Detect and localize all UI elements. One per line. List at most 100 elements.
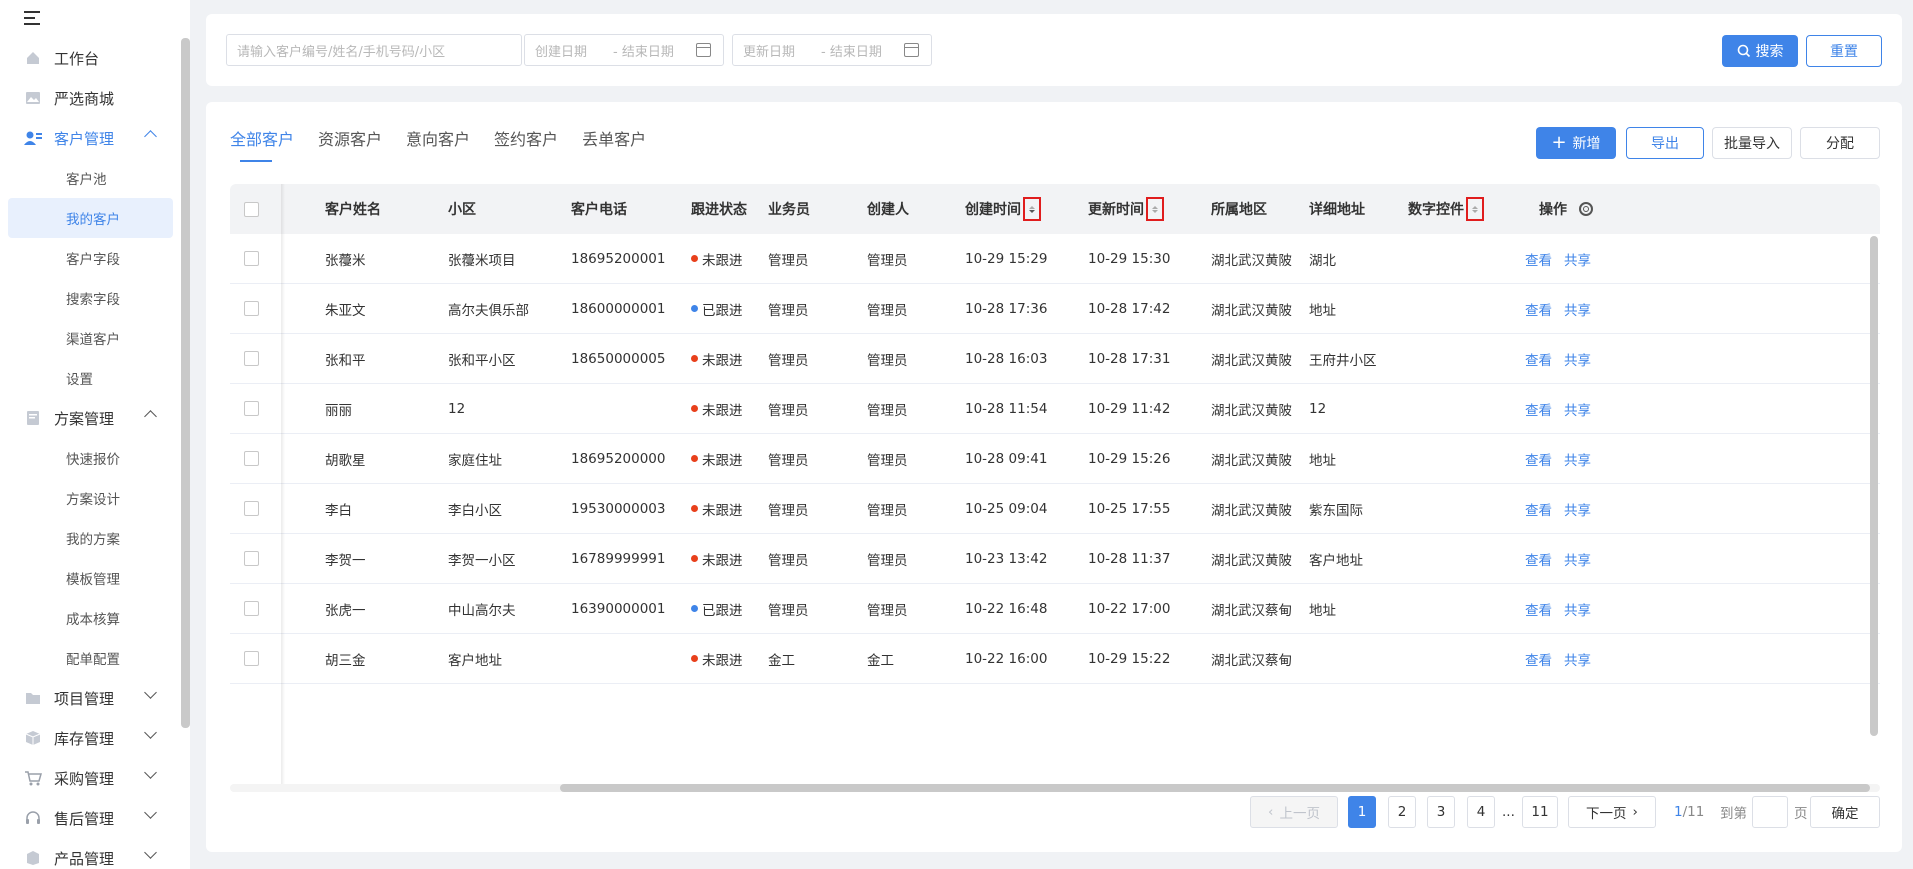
sidebar-subitem[interactable]: 客户池 xyxy=(0,158,181,198)
tab-0[interactable]: 全部客户 xyxy=(230,126,294,162)
sidebar-item-home[interactable]: 工作台 xyxy=(0,38,181,78)
add-button[interactable]: + 新增 xyxy=(1536,127,1616,159)
row-checkbox[interactable] xyxy=(244,301,259,316)
sidebar-subitem[interactable]: 我的方案 xyxy=(0,518,181,558)
view-link[interactable]: 查看 xyxy=(1525,649,1552,669)
table-row[interactable]: 张虎一 中山高尔夫 16390000001 已跟进 管理员 管理员 10-22 16:48 1… xyxy=(230,584,1880,634)
export-button[interactable]: 导出 xyxy=(1626,127,1704,159)
row-checkbox[interactable] xyxy=(244,351,259,366)
row-checkbox[interactable] xyxy=(244,651,259,666)
sidebar-item-cart[interactable]: 采购管理 xyxy=(0,758,181,798)
sidebar-subitem[interactable]: 设置 xyxy=(0,358,181,398)
page-button[interactable]: 2 xyxy=(1388,796,1416,828)
menu-toggle-icon[interactable] xyxy=(24,10,44,26)
tab-2[interactable]: 意向客户 xyxy=(406,126,470,162)
table-row[interactable]: 丽丽 12 未跟进 管理员 管理员 10-28 11:54 10-29 11:42 湖北武汉黄… xyxy=(230,384,1880,434)
table-row[interactable]: 朱亚文 高尔夫俱乐部 18600000001 已跟进 管理员 管理员 10-28 17:36… xyxy=(230,284,1880,334)
table-row[interactable]: 胡歌星 家庭住址 18695200000 未跟进 管理员 管理员 10-28 09:41 10… xyxy=(230,434,1880,484)
cell-text: 丽丽 xyxy=(325,402,352,419)
table-row[interactable]: 张和平 张和平小区 18650000005 未跟进 管理员 管理员 10-28 16:03 1… xyxy=(230,334,1880,384)
sidebar-item-headset[interactable]: 售后管理 xyxy=(0,798,181,838)
page-button[interactable]: 11 xyxy=(1522,796,1558,828)
column-header-label: 操作 xyxy=(1539,202,1567,218)
sidebar-subitem[interactable]: 搜索字段 xyxy=(0,278,181,318)
page-button[interactable]: 4 xyxy=(1467,796,1495,828)
table-vertical-scrollbar[interactable] xyxy=(1870,236,1878,736)
assign-button[interactable]: 分配 xyxy=(1800,127,1880,159)
next-page-button[interactable]: 下一页 › xyxy=(1568,796,1656,828)
sidebar-subitem[interactable]: 客户字段 xyxy=(0,238,181,278)
view-link[interactable]: 查看 xyxy=(1525,599,1552,619)
sidebar-scrollbar[interactable] xyxy=(181,38,190,728)
share-link[interactable]: 共享 xyxy=(1564,449,1591,469)
share-link[interactable]: 共享 xyxy=(1564,249,1591,269)
row-checkbox[interactable] xyxy=(244,451,259,466)
create-date-range[interactable]: 创建日期 - 结束日期 xyxy=(524,34,724,66)
share-link[interactable]: 共享 xyxy=(1564,499,1591,519)
page-button[interactable]: 1 xyxy=(1348,796,1376,828)
share-link[interactable]: 共享 xyxy=(1564,299,1591,319)
sidebar-item-image[interactable]: 严选商城 xyxy=(0,78,181,118)
tab-1[interactable]: 资源客户 xyxy=(318,126,382,162)
sort-icon[interactable] xyxy=(1466,197,1484,221)
sidebar-item-box[interactable]: 库存管理 xyxy=(0,718,181,758)
sort-icon[interactable] xyxy=(1146,197,1164,221)
column-header-label: 数字控件 xyxy=(1408,202,1464,218)
sidebar-subitem[interactable]: 方案设计 xyxy=(0,478,181,518)
cell-sales: 管理员 xyxy=(768,384,809,433)
cell-text: 10-29 11:42 xyxy=(1088,400,1171,417)
sidebar-item-document[interactable]: 方案管理 xyxy=(0,398,181,438)
sidebar-item-folder[interactable]: 项目管理 xyxy=(0,678,181,718)
prev-page-button[interactable]: ‹ 上一页 xyxy=(1250,796,1338,828)
view-link[interactable]: 查看 xyxy=(1525,399,1552,419)
table-row[interactable]: 张蘉米 张蘉米项目 18695200001 未跟进 管理员 管理员 10-29 15:29 1… xyxy=(230,234,1880,284)
table-row[interactable]: 李贺一 李贺一小区 16789999991 未跟进 管理员 管理员 10-23 13:42 1… xyxy=(230,534,1880,584)
search-input[interactable]: 请输入客户编号/姓名/手机号码/小区 xyxy=(226,34,522,66)
view-link[interactable]: 查看 xyxy=(1525,449,1552,469)
batch-import-button[interactable]: 批量导入 xyxy=(1712,127,1792,159)
row-checkbox[interactable] xyxy=(244,401,259,416)
cell-created: 10-28 09:41 xyxy=(965,434,1047,483)
sidebar-subitem[interactable]: 我的客户 xyxy=(8,198,173,238)
share-link[interactable]: 共享 xyxy=(1564,599,1591,619)
share-link[interactable]: 共享 xyxy=(1564,549,1591,569)
sidebar-item-customer[interactable]: 客户管理 xyxy=(0,118,181,158)
cell-creator: 管理员 xyxy=(867,484,908,533)
goto-page-input[interactable] xyxy=(1752,796,1788,828)
cell-phone: 18695200000 xyxy=(571,434,665,483)
row-checkbox[interactable] xyxy=(244,551,259,566)
sidebar-subitem[interactable]: 配单配置 xyxy=(0,638,181,678)
view-link[interactable]: 查看 xyxy=(1525,249,1552,269)
update-date-range[interactable]: 更新日期 - 结束日期 xyxy=(732,34,932,66)
row-checkbox[interactable] xyxy=(244,601,259,616)
cell-text: 管理员 xyxy=(768,302,809,319)
view-link[interactable]: 查看 xyxy=(1525,549,1552,569)
view-link[interactable]: 查看 xyxy=(1525,299,1552,319)
share-link[interactable]: 共享 xyxy=(1564,649,1591,669)
reset-button[interactable]: 重置 xyxy=(1806,35,1882,67)
sidebar-subitem[interactable]: 成本核算 xyxy=(0,598,181,638)
row-checkbox[interactable] xyxy=(244,251,259,266)
table-horizontal-scrollbar[interactable] xyxy=(560,784,1870,792)
sidebar-item-product[interactable]: 产品管理 xyxy=(0,838,181,869)
view-link[interactable]: 查看 xyxy=(1525,349,1552,369)
search-button[interactable]: 搜索 xyxy=(1722,35,1798,67)
view-link[interactable]: 查看 xyxy=(1525,499,1552,519)
tab-3[interactable]: 签约客户 xyxy=(494,126,558,162)
select-all-checkbox[interactable] xyxy=(244,201,259,217)
cell-text: 未跟进 xyxy=(702,552,743,569)
gear-icon[interactable] xyxy=(1579,202,1593,216)
share-link[interactable]: 共享 xyxy=(1564,349,1591,369)
sidebar-subitem[interactable]: 模板管理 xyxy=(0,558,181,598)
share-link[interactable]: 共享 xyxy=(1564,399,1591,419)
row-checkbox[interactable] xyxy=(244,501,259,516)
tab-4[interactable]: 丢单客户 xyxy=(582,126,646,162)
page-button[interactable]: 3 xyxy=(1427,796,1455,828)
sort-icon[interactable] xyxy=(1023,197,1041,221)
sidebar-subitem[interactable]: 渠道客户 xyxy=(0,318,181,358)
table-row[interactable]: 李白 李白小区 19530000003 未跟进 管理员 管理员 10-25 09:04 10-… xyxy=(230,484,1880,534)
confirm-page-button[interactable]: 确定 xyxy=(1810,796,1880,828)
table-row[interactable]: 胡三金 客户地址 未跟进 金工 金工 10-22 16:00 10-29 15:22 湖北武汉… xyxy=(230,634,1880,684)
cell-community: 客户地址 xyxy=(448,634,502,683)
sidebar-subitem[interactable]: 快速报价 xyxy=(0,438,181,478)
